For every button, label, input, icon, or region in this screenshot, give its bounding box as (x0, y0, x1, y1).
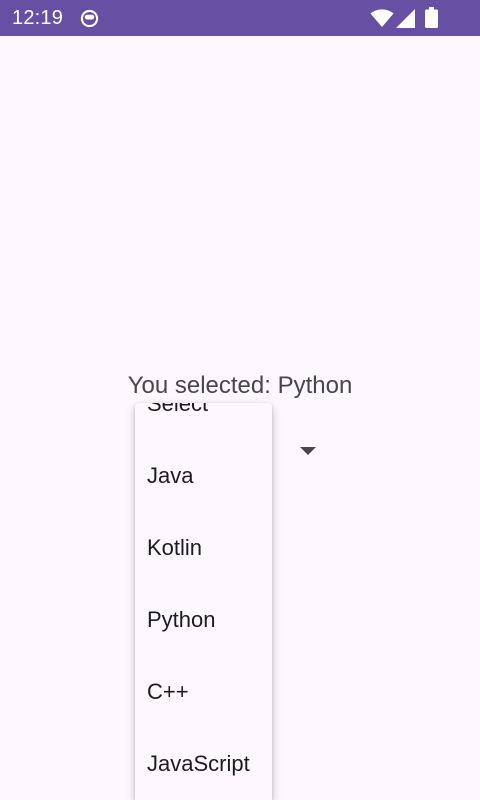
notification-app-icon (80, 9, 99, 28)
dropdown-arrow-icon[interactable] (300, 447, 316, 455)
selected-language-text: You selected: Python (127, 372, 353, 399)
dropdown-item-kotlin[interactable]: Kotlin (135, 512, 272, 584)
dropdown-item-select[interactable]: Select (135, 403, 272, 440)
wifi-icon (370, 9, 394, 27)
battery-icon (425, 7, 438, 28)
dropdown-list: Select Java Kotlin Python C++ JavaScript (135, 403, 272, 800)
status-time: 12:19 (12, 7, 64, 29)
dropdown-item-cpp[interactable]: C++ (135, 656, 272, 728)
dropdown-item-javascript[interactable]: JavaScript (135, 728, 272, 800)
cellular-signal-icon (396, 9, 415, 28)
status-bar: 12:19 (0, 0, 480, 36)
language-dropdown-popup: Select Java Kotlin Python C++ JavaScript (135, 403, 272, 800)
dropdown-item-java[interactable]: Java (135, 440, 272, 512)
dropdown-item-python[interactable]: Python (135, 584, 272, 656)
